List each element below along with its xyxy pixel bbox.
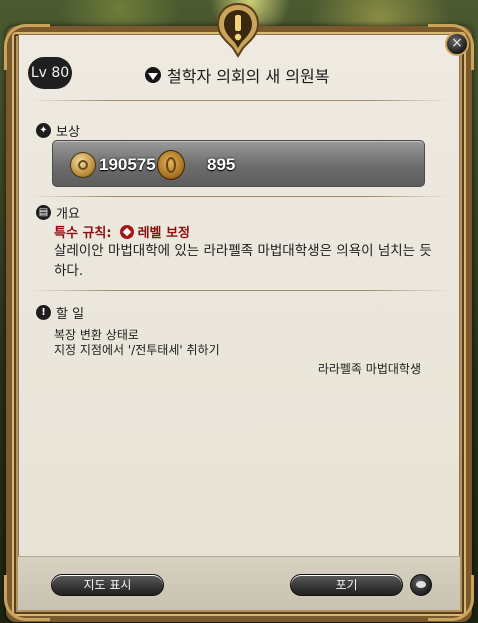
- reward-box: 190575 895: [52, 140, 425, 187]
- todo-line: 지정 지점에서 '/전투태세' 취하기: [54, 343, 220, 357]
- divider: [30, 100, 450, 101]
- book-icon: ▤: [36, 205, 51, 220]
- rewards-heading-text: 보상: [56, 125, 80, 140]
- close-button[interactable]: ×: [445, 32, 469, 56]
- divider: [30, 290, 450, 291]
- quest-title-text: 철학자 의회의 새 의원복: [167, 67, 330, 86]
- overview-heading: ▤ 개요: [36, 203, 80, 222]
- quest-title: 철학자 의회의 새 의원복: [145, 63, 329, 87]
- divider: [30, 196, 450, 197]
- special-rule-label: 특수 규칙:: [54, 226, 112, 241]
- exclamation-icon: !: [36, 305, 51, 320]
- ornament-corner-bottom-left: [4, 575, 50, 621]
- quest-description: 살레이안 마법대학에 있는 라라펠족 마법대학생은 의욕이 넘치는 듯하다.: [54, 243, 432, 279]
- gil-amount: 190575: [99, 155, 156, 174]
- quest-exclamation-icon: [216, 2, 260, 58]
- overview-heading-text: 개요: [56, 207, 80, 222]
- abandon-quest-button[interactable]: 포기: [290, 574, 403, 596]
- quest-type-icon: [145, 67, 161, 83]
- coin-amount: 895: [207, 155, 236, 174]
- level-sync-icon: [119, 224, 134, 239]
- currency-coin-icon[interactable]: [157, 150, 185, 180]
- todo-heading: ! 할 일: [36, 303, 84, 322]
- rewards-heading: ✦ 보상: [36, 121, 80, 140]
- ornament-corner-bottom-right: [428, 575, 474, 621]
- reward-icon: ✦: [36, 123, 51, 138]
- special-rule-value: 레벨 보정: [137, 226, 190, 241]
- chat-icon[interactable]: [410, 574, 432, 596]
- gil-icon[interactable]: [70, 152, 96, 178]
- quest-level-badge: Lv 80: [28, 57, 72, 89]
- quest-panel: [18, 34, 460, 592]
- todo-heading-text: 할 일: [56, 307, 85, 322]
- npc-name: 라라펠족 마법대학생: [317, 362, 421, 376]
- special-rule: 특수 규칙: 레벨 보정: [54, 222, 190, 241]
- show-map-button[interactable]: 지도 표시: [51, 574, 164, 596]
